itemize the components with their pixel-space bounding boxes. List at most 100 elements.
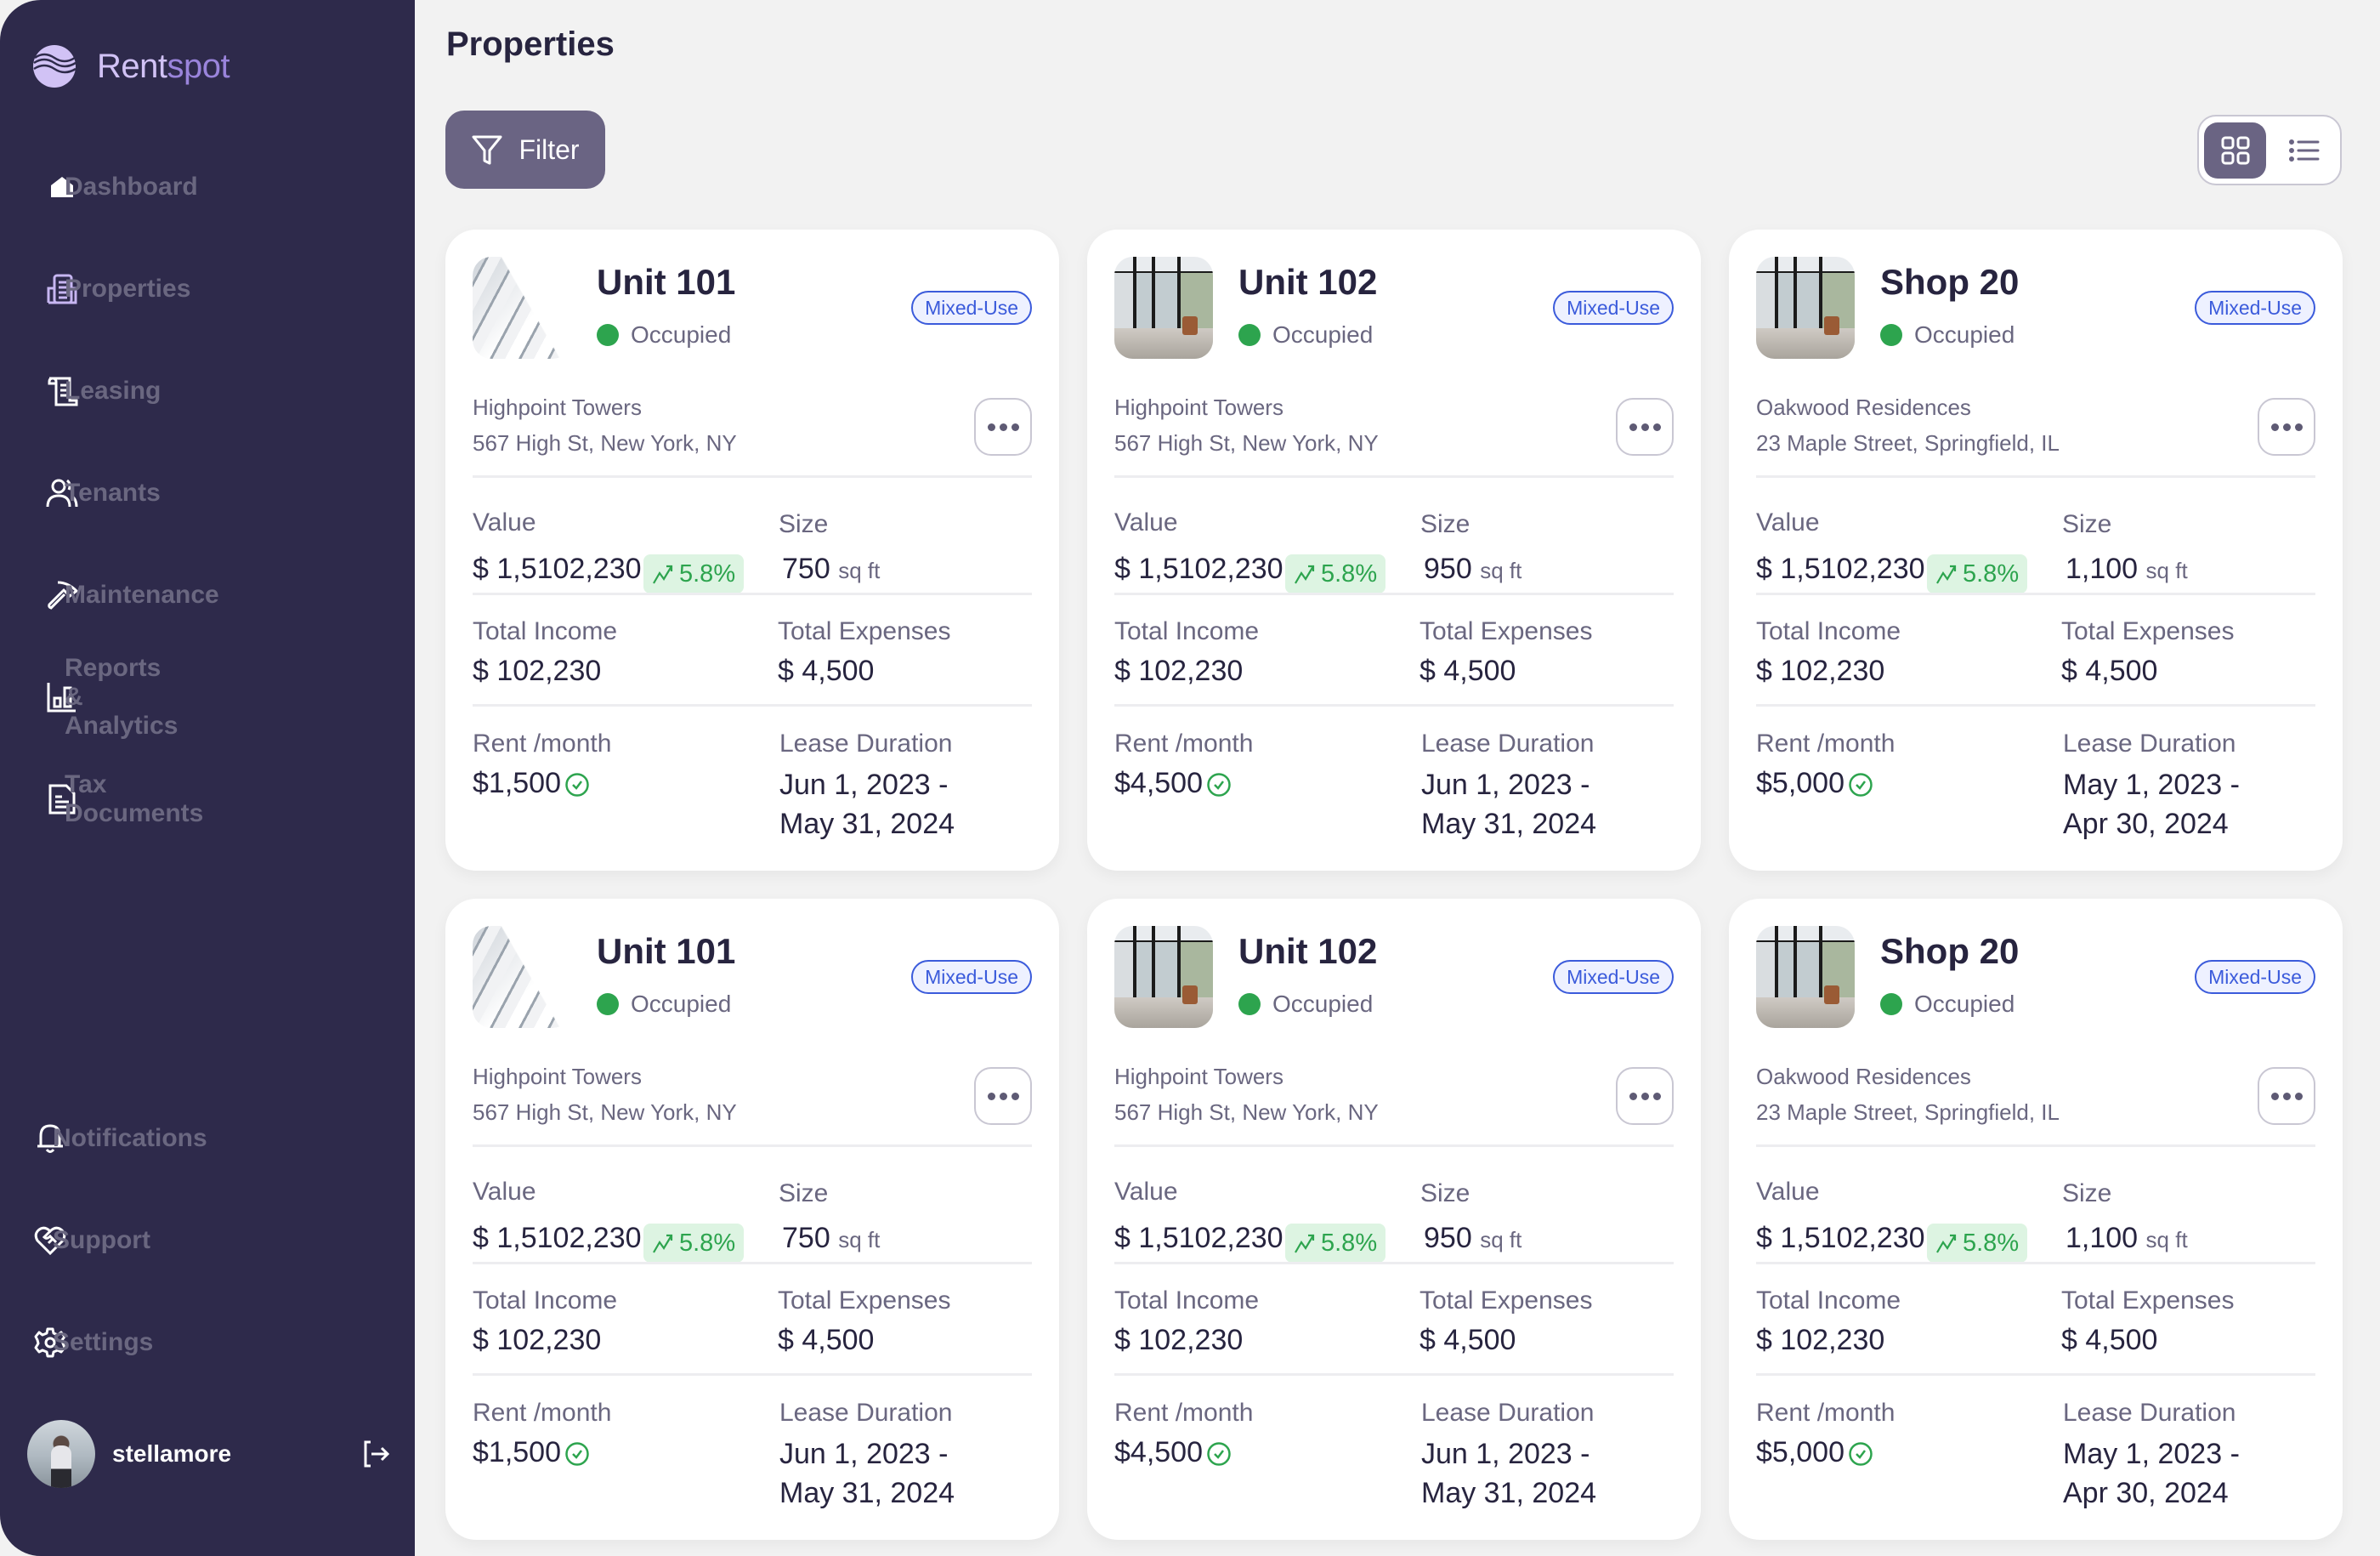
property-address: 567 High St, New York, NY	[1114, 430, 1379, 456]
size-unit: sq ft	[2145, 1227, 2188, 1252]
trend-up-icon	[1295, 1234, 1315, 1253]
total-expenses-label: Total Expenses	[1420, 1286, 1593, 1315]
sidebar-item-tax-documents[interactable]: Tax Documents	[46, 770, 203, 827]
divider	[1114, 593, 1674, 595]
building-name: Highpoint Towers	[473, 1064, 642, 1089]
lease-duration-label: Lease Duration	[1421, 1399, 1595, 1427]
divider	[1114, 1262, 1674, 1264]
building-name: Oakwood Residences	[1756, 1064, 1971, 1089]
value-trend-badge: 5.8%	[1927, 554, 2028, 593]
lease-start: Jun 1, 2023 -	[1421, 1438, 1590, 1470]
property-card[interactable]: Unit 102 Occupied Mixed-Use Highpoint To…	[1087, 899, 1701, 1540]
occupancy-status: Occupied	[597, 991, 731, 1018]
value-trend-badge: 5.8%	[1285, 1224, 1386, 1263]
logout-icon[interactable]	[359, 1437, 393, 1471]
rent-value: $5,000	[1756, 767, 1844, 799]
dot-icon	[1652, 1092, 1661, 1100]
dot-icon	[999, 1092, 1007, 1100]
sidebar-item-label: Tax Documents	[65, 770, 204, 827]
size-unit: sq ft	[1480, 558, 1522, 583]
more-options-button[interactable]	[2258, 398, 2315, 456]
grid-view-button[interactable]	[2204, 122, 2266, 179]
value-label: Value	[1114, 508, 1178, 537]
property-name: Shop 20	[1880, 262, 2020, 302]
sidebar-item-properties[interactable]: Properties	[46, 264, 190, 315]
property-value: $ 1,5102,230	[1114, 553, 1284, 585]
size-unit: sq ft	[838, 1227, 881, 1252]
property-name: Unit 102	[1238, 931, 1378, 971]
rent-label: Rent /month	[1114, 1399, 1254, 1427]
avatar[interactable]	[27, 1420, 95, 1488]
dot-icon	[987, 1092, 995, 1100]
property-card[interactable]: Shop 20 Occupied Mixed-Use Oakwood Resid…	[1729, 899, 2343, 1540]
user-profile[interactable]: stellamore	[27, 1420, 393, 1488]
sidebar-item-leasing[interactable]: Leasing	[46, 366, 161, 417]
property-address: 23 Maple Street, Springfield, IL	[1756, 430, 2060, 456]
total-expenses-value: $ 4,500	[778, 655, 875, 687]
status-label: Occupied	[631, 321, 732, 348]
dot-icon	[1011, 1092, 1019, 1100]
rent-value: $1,500	[473, 1436, 561, 1468]
property-card[interactable]: Unit 101 Occupied Mixed-Use Highpoint To…	[445, 230, 1059, 871]
brand[interactable]: Rentspot	[32, 44, 230, 88]
size-label: Size	[1420, 1179, 1470, 1207]
total-income-label: Total Income	[1756, 1286, 1901, 1315]
total-income-value: $ 102,230	[1114, 1324, 1244, 1356]
sidebar-item-support[interactable]: Support	[34, 1215, 150, 1266]
more-options-button[interactable]	[974, 398, 1032, 456]
lease-end: Apr 30, 2024	[2063, 1477, 2229, 1509]
total-expenses-value: $ 4,500	[778, 1324, 875, 1356]
status-dot-icon	[597, 324, 619, 346]
property-image	[1114, 926, 1213, 1028]
lease-duration-label: Lease Duration	[1421, 730, 1595, 758]
lease-duration-label: Lease Duration	[779, 730, 953, 758]
more-options-button[interactable]	[2258, 1067, 2315, 1125]
size-label: Size	[779, 510, 829, 538]
value-label: Value	[1756, 1178, 1820, 1206]
lease-start: Jun 1, 2023 -	[779, 769, 949, 801]
property-address: 567 High St, New York, NY	[473, 1099, 737, 1125]
trend-value: 5.8%	[679, 559, 736, 588]
sidebar-item-dashboard[interactable]: Dashboard	[46, 162, 198, 213]
total-expenses-value: $ 4,500	[2061, 655, 2158, 687]
total-income-value: $ 102,230	[473, 1324, 602, 1356]
rent-value: $4,500	[1114, 767, 1203, 799]
size-value: 1,100	[2066, 1222, 2139, 1254]
building-name: Highpoint Towers	[1114, 395, 1284, 420]
rent-label: Rent /month	[1756, 730, 1896, 758]
sidebar-item-maintenance[interactable]: Maintenance	[46, 570, 219, 621]
property-card[interactable]: Unit 101 Occupied Mixed-Use Highpoint To…	[445, 899, 1059, 1540]
property-image	[473, 257, 571, 359]
lease-duration-label: Lease Duration	[779, 1399, 953, 1427]
lease-duration-value: Jun 1, 2023 - May 31, 2024	[779, 765, 955, 843]
filter-button[interactable]: Filter	[445, 111, 605, 189]
sidebar-item-notifications[interactable]: Notifications	[34, 1113, 207, 1164]
property-value: $ 1,5102,230	[473, 553, 642, 585]
status-label: Occupied	[1914, 991, 2015, 1017]
total-expenses-label: Total Expenses	[778, 1286, 951, 1315]
list-view-button[interactable]	[2273, 122, 2335, 179]
lease-duration-value: Jun 1, 2023 - May 31, 2024	[1421, 1434, 1596, 1513]
sidebar-item-label: Leasing	[65, 377, 162, 405]
property-value: $ 1,5102,230	[1756, 553, 1925, 585]
size-label: Size	[1420, 510, 1470, 538]
value-label: Value	[1756, 508, 1820, 537]
more-options-button[interactable]	[974, 1067, 1032, 1125]
check-circle-icon	[1849, 1442, 1873, 1466]
sidebar-item-tenants[interactable]: Tenants	[46, 468, 161, 519]
page-title: Properties	[446, 26, 615, 63]
lease-end: May 31, 2024	[1421, 808, 1597, 840]
lease-start: Jun 1, 2023 -	[1421, 769, 1590, 801]
divider	[1114, 704, 1674, 707]
sidebar-item-reports[interactable]: Reports & Analytics	[46, 654, 178, 740]
more-options-button[interactable]	[1616, 398, 1674, 456]
dot-icon	[2294, 1092, 2303, 1100]
more-options-button[interactable]	[1616, 1067, 1674, 1125]
sidebar-item-settings[interactable]: Settings	[34, 1317, 153, 1368]
property-card[interactable]: Unit 102 Occupied Mixed-Use Highpoint To…	[1087, 230, 1701, 871]
property-card[interactable]: Shop 20 Occupied Mixed-Use Oakwood Resid…	[1729, 230, 2343, 871]
logo-icon	[33, 45, 76, 88]
lease-start: May 1, 2023 -	[2063, 769, 2240, 801]
rent-value: $5,000	[1756, 1436, 1844, 1468]
trend-up-icon	[1936, 565, 1957, 584]
